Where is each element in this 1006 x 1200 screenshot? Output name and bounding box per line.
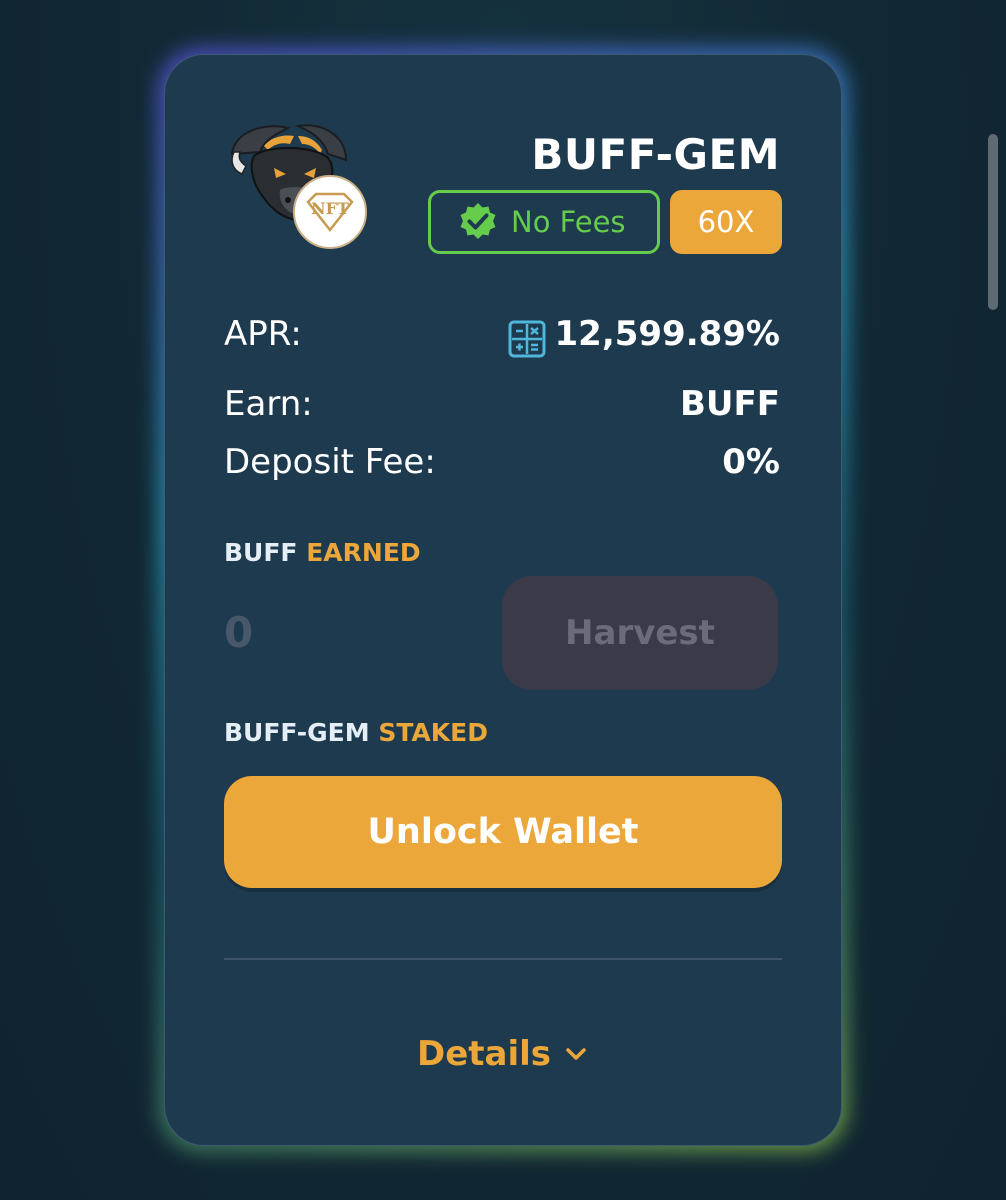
earned-amount: 0	[224, 608, 254, 657]
scrollbar-thumb[interactable]	[988, 134, 998, 310]
no-fees-badge: No Fees	[428, 190, 660, 254]
divider	[224, 958, 782, 960]
earned-token-label: BUFF	[224, 538, 298, 567]
harvest-button[interactable]: Harvest	[502, 576, 778, 690]
check-badge-icon	[460, 203, 496, 239]
nft-badge-text: NFT	[311, 199, 349, 218]
deposit-fee-label: Deposit Fee:	[224, 442, 436, 482]
page: NFT BUFF-GEM No Fees 60X APR: 12,599.89%…	[0, 0, 1006, 1200]
unlock-wallet-button[interactable]: Unlock Wallet	[224, 776, 782, 888]
staked-token-label: BUFF-GEM	[224, 718, 370, 747]
apr-label: APR:	[224, 314, 302, 354]
calculator-icon[interactable]	[508, 320, 546, 358]
multiplier-badge: 60X	[670, 190, 782, 254]
chevron-down-icon	[566, 1048, 586, 1060]
no-fees-label: No Fees	[511, 205, 626, 239]
staked-suffix-label: STAKED	[378, 718, 488, 747]
farm-logo: NFT	[230, 124, 367, 249]
deposit-fee-value: 0%	[722, 442, 780, 482]
farm-title: BUFF-GEM	[531, 130, 780, 179]
earned-suffix-label: EARNED	[306, 538, 421, 567]
apr-value: 12,599.89%	[554, 314, 781, 354]
earned-section-label: BUFF EARNED	[224, 538, 421, 567]
nft-gem-badge-icon: NFT	[293, 175, 367, 249]
details-toggle[interactable]: Details	[0, 1034, 1006, 1074]
earn-label: Earn:	[224, 384, 313, 424]
details-label: Details	[416, 1034, 552, 1074]
staked-section-label: BUFF-GEM STAKED	[224, 718, 488, 747]
earn-value: BUFF	[680, 384, 780, 424]
